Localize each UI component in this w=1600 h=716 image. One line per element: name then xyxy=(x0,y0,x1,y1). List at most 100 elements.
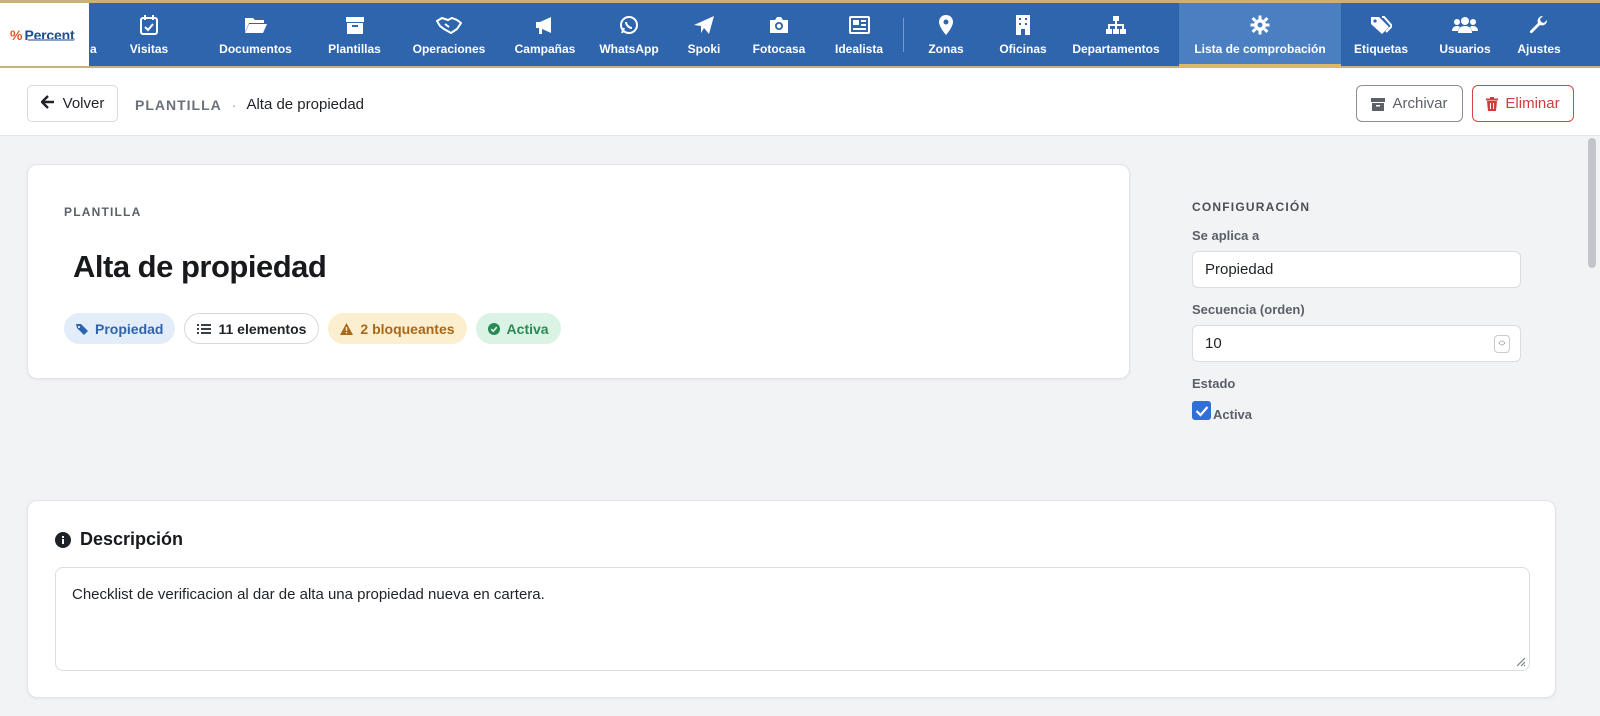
applies-to-value: Propiedad xyxy=(1205,261,1274,278)
blocking-label: 2 bloqueantes xyxy=(360,320,455,337)
delete-label: Eliminar xyxy=(1505,95,1560,112)
users-icon xyxy=(1452,14,1478,36)
nav-item-operaciones[interactable]: Operaciones xyxy=(401,3,497,66)
chevron-down-icon[interactable]: ﹀ xyxy=(1499,344,1506,351)
sitemap-icon xyxy=(1105,14,1127,36)
breadcrumb-section[interactable]: PLANTILLA xyxy=(135,97,222,113)
elements-count-label: 11 elementos xyxy=(218,320,307,337)
nav-item-ajustes[interactable]: Ajustes xyxy=(1509,3,1569,66)
status-label: Activa xyxy=(506,320,549,337)
building-icon xyxy=(1015,14,1031,36)
nav-label: Documentos xyxy=(219,41,292,56)
description-textarea[interactable]: Checklist de verificacion al dar de alta… xyxy=(55,567,1530,671)
chevron-up-icon[interactable]: ︿ xyxy=(1499,337,1506,344)
nav-item-lista-de-comprobacion[interactable]: Lista de comprobación xyxy=(1179,3,1341,68)
status-badge: Activa xyxy=(475,313,561,344)
page-header: Volver PLANTILLA · Alta de propiedad Arc… xyxy=(0,68,1600,136)
nav-item-fotocasa[interactable]: Fotocasa xyxy=(743,3,815,66)
brand-logo[interactable]: % Percent xyxy=(0,3,89,66)
sequence-label: Secuencia (orden) xyxy=(1192,302,1305,317)
description-heading: Descripción xyxy=(55,529,183,550)
nav-item-campanas[interactable]: Campañas xyxy=(506,3,584,66)
megaphone-icon xyxy=(534,14,556,36)
wrench-icon xyxy=(1529,14,1549,36)
stepper-arrows[interactable]: ︿ ﹀ xyxy=(1494,335,1510,353)
nav-item-usuarios[interactable]: Usuarios xyxy=(1430,3,1500,66)
nav-item-cut-label[interactable]: a xyxy=(90,42,97,56)
template-summary-card: PLANTILLA Alta de propiedad Propiedad 11… xyxy=(27,164,1130,379)
camera-icon xyxy=(768,14,790,36)
scrollbar-thumb[interactable] xyxy=(1588,138,1596,268)
config-heading: CONFIGURACIÓN xyxy=(1192,200,1311,214)
breadcrumb-current: Alta de propiedad xyxy=(246,96,365,113)
nav-label: Departamentos xyxy=(1072,41,1160,56)
back-label: Volver xyxy=(62,95,105,112)
applies-to-field[interactable]: Propiedad xyxy=(1192,251,1521,288)
brand-underline xyxy=(28,39,74,41)
sequence-value: 10 xyxy=(1205,335,1222,352)
nav-item-zonas[interactable]: Zonas xyxy=(916,3,976,66)
archive-icon xyxy=(1371,97,1386,111)
nav-item-whatsapp[interactable]: WhatsApp xyxy=(593,3,665,66)
type-badge: Propiedad xyxy=(64,313,176,344)
sequence-stepper[interactable]: 10 ︿ ﹀ xyxy=(1192,325,1521,362)
nav-item-idealista[interactable]: Idealista xyxy=(824,3,894,66)
template-eyebrow: PLANTILLA xyxy=(64,205,142,219)
archive-label: Archivar xyxy=(1392,95,1448,112)
page-title[interactable]: Alta de propiedad xyxy=(73,249,327,285)
nav-label: Plantillas xyxy=(328,41,381,56)
map-pin-icon xyxy=(938,14,954,36)
handshake-icon xyxy=(436,14,462,36)
top-navbar: % Percent a Visitas Documentos Plantilla… xyxy=(0,0,1600,68)
warning-icon xyxy=(340,322,354,335)
template-badges: Propiedad 11 elementos 2 bloqueantes Act… xyxy=(64,313,561,344)
nav-item-spoki[interactable]: Spoki xyxy=(674,3,734,66)
active-checkbox[interactable] xyxy=(1192,401,1211,420)
nav-label: Etiquetas xyxy=(1353,41,1408,56)
resize-handle-icon[interactable] xyxy=(1514,655,1526,667)
nav-label: Idealista xyxy=(834,41,884,56)
nav-label: WhatsApp xyxy=(599,41,659,56)
breadcrumb: PLANTILLA · Alta de propiedad xyxy=(135,96,364,113)
delete-button[interactable]: Eliminar xyxy=(1472,85,1574,122)
status-field-label: Estado xyxy=(1192,376,1236,391)
archive-box-icon xyxy=(345,14,365,36)
nav-label: Campañas xyxy=(514,41,576,56)
blocking-badge: 2 bloqueantes xyxy=(328,313,467,344)
nav-item-oficinas[interactable]: Oficinas xyxy=(993,3,1053,66)
nav-item-etiquetas[interactable]: Etiquetas xyxy=(1345,3,1417,66)
gear-icon xyxy=(1250,14,1270,36)
archive-button[interactable]: Archivar xyxy=(1356,85,1463,122)
nav-item-departamentos[interactable]: Departamentos xyxy=(1066,3,1166,66)
description-text: Checklist de verificacion al dar de alta… xyxy=(72,586,545,603)
check-circle-icon xyxy=(487,322,500,335)
nav-label: Visitas xyxy=(129,41,169,56)
description-card: Descripción Checklist de verificacion al… xyxy=(27,500,1556,698)
tags-icon xyxy=(1370,14,1392,36)
check-icon xyxy=(1195,405,1208,417)
back-button[interactable]: Volver xyxy=(27,85,118,122)
folder-open-icon xyxy=(244,14,268,36)
tag-icon xyxy=(76,323,88,335)
active-checkbox-label[interactable]: Activa xyxy=(1213,407,1252,422)
list-icon xyxy=(197,323,212,334)
nav-label: Operaciones xyxy=(412,41,486,56)
trash-icon xyxy=(1486,96,1499,111)
breadcrumb-separator: · xyxy=(231,96,237,113)
nav-divider xyxy=(903,17,904,52)
arrow-left-icon xyxy=(39,94,55,113)
nav-item-visitas[interactable]: Visitas xyxy=(114,3,184,66)
whatsapp-icon xyxy=(619,14,639,36)
configuration-panel: CONFIGURACIÓN Se aplica a Propiedad Secu… xyxy=(1192,200,1522,422)
type-badge-label: Propiedad xyxy=(95,320,164,337)
nav-item-plantillas[interactable]: Plantillas xyxy=(317,3,392,66)
nav-label: Usuarios xyxy=(1439,41,1491,56)
newspaper-icon xyxy=(847,14,871,36)
nav-label: Oficinas xyxy=(999,41,1047,56)
page-scrollbar[interactable] xyxy=(1584,136,1600,716)
active-checkbox-row: Activa xyxy=(1192,401,1522,422)
nav-label: Lista de comprobación xyxy=(1194,41,1326,56)
description-title: Descripción xyxy=(80,529,184,549)
nav-item-documentos[interactable]: Documentos xyxy=(203,3,308,66)
calendar-check-icon xyxy=(139,14,159,36)
